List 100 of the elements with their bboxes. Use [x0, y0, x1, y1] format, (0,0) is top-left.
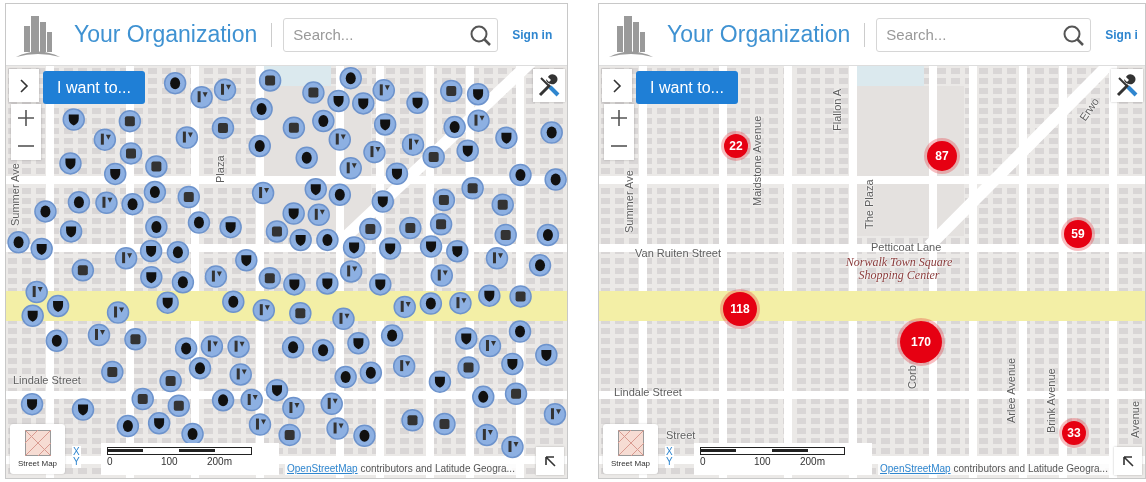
tools-button[interactable]	[1111, 69, 1143, 102]
incident-marker-icon[interactable]	[316, 228, 339, 252]
incident-marker-icon[interactable]	[213, 78, 237, 102]
incident-marker-icon[interactable]	[252, 298, 276, 322]
incident-marker-icon[interactable]	[281, 336, 305, 359]
incident-marker-icon[interactable]	[171, 271, 195, 294]
incident-marker-icon[interactable]	[71, 259, 95, 282]
incident-marker-icon[interactable]	[380, 324, 404, 347]
incident-marker-icon[interactable]	[428, 370, 452, 393]
incident-marker-icon[interactable]	[219, 215, 242, 239]
incident-marker-icon[interactable]	[312, 109, 335, 133]
incident-marker-icon[interactable]	[528, 254, 552, 277]
incident-marker-icon[interactable]	[177, 185, 200, 209]
incident-marker-icon[interactable]	[211, 388, 235, 412]
incident-marker-icon[interactable]	[540, 121, 563, 144]
incident-marker-icon[interactable]	[501, 352, 524, 376]
incident-marker-icon[interactable]	[543, 403, 567, 426]
incident-marker-icon[interactable]	[449, 291, 472, 315]
incident-marker-icon[interactable]	[352, 92, 375, 115]
incident-marker-icon[interactable]	[307, 203, 331, 227]
incident-marker-icon[interactable]	[167, 394, 191, 417]
basemap-button[interactable]: Street Map	[603, 424, 658, 474]
incident-marker-icon[interactable]	[359, 361, 383, 384]
attribution-link[interactable]: OpenStreetMap	[880, 463, 951, 474]
incident-marker-icon[interactable]	[101, 360, 124, 384]
incident-marker-icon[interactable]	[222, 290, 245, 313]
incident-marker-icon[interactable]	[467, 109, 490, 132]
incident-marker-icon[interactable]	[328, 183, 352, 206]
incident-marker-icon[interactable]	[59, 220, 83, 243]
incident-marker-icon[interactable]	[461, 177, 484, 200]
incident-marker-icon[interactable]	[399, 216, 422, 240]
incident-marker-icon[interactable]	[95, 191, 118, 214]
search-icon[interactable]	[469, 23, 492, 46]
incident-marker-icon[interactable]	[235, 249, 258, 272]
incident-marker-icon[interactable]	[509, 285, 532, 308]
incident-marker-icon[interactable]	[342, 236, 366, 259]
incident-marker-icon[interactable]	[419, 292, 443, 315]
incident-marker-icon[interactable]	[46, 294, 70, 318]
incident-marker-icon[interactable]	[166, 240, 190, 264]
incident-marker-icon[interactable]	[334, 365, 357, 389]
incident-marker-icon[interactable]	[251, 181, 275, 205]
incident-marker-icon[interactable]	[62, 108, 85, 131]
tools-button[interactable]	[533, 69, 565, 102]
incident-marker-icon[interactable]	[34, 200, 57, 223]
expand-button[interactable]	[9, 69, 39, 102]
incident-marker-icon[interactable]	[373, 113, 397, 136]
incident-marker-icon[interactable]	[131, 387, 154, 411]
incident-marker-icon[interactable]	[440, 79, 463, 103]
incident-marker-icon[interactable]	[316, 272, 339, 295]
x-label[interactable]: X	[73, 447, 80, 457]
incident-marker-icon[interactable]	[347, 332, 370, 355]
incident-marker-icon[interactable]	[328, 128, 352, 151]
incident-marker-icon[interactable]	[455, 327, 478, 350]
incident-marker-icon[interactable]	[302, 81, 325, 104]
zoom-in-button[interactable]	[11, 104, 41, 132]
incident-marker-icon[interactable]	[211, 116, 235, 140]
incident-marker-icon[interactable]	[363, 140, 386, 164]
search-field[interactable]: Search...	[876, 17, 1092, 52]
incident-marker-icon[interactable]	[258, 266, 282, 290]
search-icon[interactable]	[1062, 23, 1085, 46]
menu-button[interactable]: I want to...	[636, 71, 738, 104]
incident-marker-icon[interactable]	[544, 168, 567, 191]
incident-marker-icon[interactable]	[369, 273, 392, 296]
incident-marker-icon[interactable]	[265, 378, 289, 402]
incident-marker-icon[interactable]	[478, 284, 501, 307]
incident-marker-icon[interactable]	[332, 307, 355, 331]
y-label[interactable]: Y	[73, 457, 80, 467]
incident-marker-icon[interactable]	[71, 398, 95, 421]
incident-marker-icon[interactable]	[393, 295, 416, 319]
incident-marker-icon[interactable]	[227, 335, 250, 358]
incident-marker-icon[interactable]	[250, 97, 273, 121]
incident-marker-icon[interactable]	[87, 323, 111, 347]
incident-marker-icon[interactable]	[190, 86, 213, 109]
incident-marker-icon[interactable]	[283, 273, 306, 296]
zoom-out-button[interactable]	[11, 132, 41, 160]
incident-marker-icon[interactable]	[339, 66, 362, 90]
incident-marker-icon[interactable]	[21, 304, 44, 327]
incident-marker-icon[interactable]	[67, 191, 91, 214]
incident-marker-icon[interactable]	[327, 89, 350, 113]
incident-marker-icon[interactable]	[508, 320, 532, 343]
incident-marker-icon[interactable]	[145, 155, 168, 178]
search-field[interactable]: Search...	[283, 17, 499, 52]
incident-marker-icon[interactable]	[163, 71, 187, 95]
incident-marker-icon[interactable]	[359, 217, 382, 241]
incident-marker-icon[interactable]	[401, 133, 425, 156]
incident-marker-icon[interactable]	[119, 142, 143, 165]
incident-marker-icon[interactable]	[121, 192, 144, 216]
incident-marker-icon[interactable]	[139, 239, 163, 263]
incident-marker-icon[interactable]	[147, 412, 171, 435]
incident-marker-icon[interactable]	[25, 280, 48, 304]
incident-marker-icon[interactable]	[140, 265, 163, 289]
incident-marker-icon[interactable]	[7, 231, 30, 254]
incident-marker-icon[interactable]	[378, 237, 402, 260]
incident-marker-icon[interactable]	[258, 69, 282, 92]
incident-marker-icon[interactable]	[282, 202, 305, 225]
incident-marker-icon[interactable]	[326, 417, 349, 440]
incident-marker-icon[interactable]	[433, 412, 456, 436]
incident-marker-icon[interactable]	[265, 220, 289, 243]
incident-marker-icon[interactable]	[429, 213, 453, 236]
incident-marker-icon[interactable]	[304, 178, 327, 201]
